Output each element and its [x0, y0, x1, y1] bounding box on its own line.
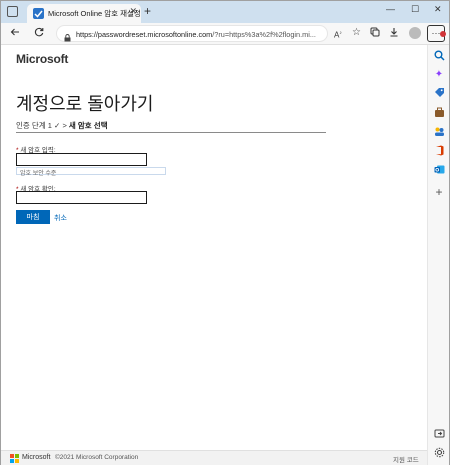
tab-title: Microsoft Online 암호 재설정 [48, 9, 141, 18]
refresh-icon[interactable] [34, 27, 44, 41]
close-window-button[interactable]: ✕ [434, 4, 442, 15]
footer-copyright: ©2021 Microsoft Corporation [55, 454, 139, 461]
hide-sidebar-icon[interactable] [433, 428, 445, 440]
collections-icon[interactable] [370, 27, 380, 41]
outlook-icon[interactable] [433, 164, 445, 176]
confirm-password-input[interactable] [16, 191, 147, 204]
step-current: 새 암호 선택 [68, 121, 108, 130]
new-password-input[interactable] [16, 153, 147, 166]
step-verification: 인증 단계 1 [16, 121, 52, 130]
search-icon[interactable] [433, 50, 445, 62]
password-strength-meter: 암호 보안 수준 [16, 167, 166, 177]
shopping-tag-icon[interactable] [433, 87, 445, 99]
page-title: 계정으로 돌아가기 [16, 94, 154, 114]
url-path: /?ru=https%3a%2f%2flogin.mi... [212, 30, 316, 39]
url-host: https://passwordreset.microsoftonline.co… [76, 30, 213, 39]
progress-steps: 인증 단계 1 ✓ > 새 암호 선택 [16, 120, 108, 131]
password-strength-label: 암호 보안 수준 [20, 171, 57, 177]
step-check-icon: ✓ [54, 121, 61, 130]
minimize-button[interactable]: — [386, 4, 395, 14]
page-content: Microsoft 계정으로 돌아가기 인증 단계 1 ✓ > 새 암호 선택 … [1, 45, 427, 450]
tools-icon[interactable] [433, 107, 445, 119]
step-separator: > [62, 121, 67, 130]
support-code-link[interactable]: 지원 코드 [393, 454, 419, 464]
tab-password-reset[interactable]: Microsoft Online 암호 재설정 ✕ [27, 4, 141, 23]
page-footer: Microsoft ©2021 Microsoft Corporation 지원… [1, 450, 427, 465]
edge-sidebar: ✦ + [427, 45, 449, 465]
download-icon[interactable] [389, 27, 399, 41]
read-aloud-icon[interactable]: A♪ [334, 27, 342, 42]
microsoft-logo: Microsoft [16, 52, 69, 66]
browser-toolbar: https://passwordreset.microsoftonline.co… [1, 23, 449, 45]
new-tab-button[interactable]: + [144, 4, 151, 18]
profile-avatar[interactable] [409, 27, 421, 39]
browser-window: Microsoft Online 암호 재설정 ✕ + — ☐ ✕ https:… [0, 0, 450, 465]
settings-and-more-button[interactable]: ··· [427, 25, 446, 42]
office-icon[interactable] [433, 145, 445, 157]
microsoft-online-favicon-icon [33, 8, 44, 19]
address-bar[interactable]: https://passwordreset.microsoftonline.co… [56, 25, 328, 42]
add-sidebar-app-icon[interactable]: + [433, 186, 445, 198]
lock-icon[interactable] [64, 29, 71, 42]
microsoft-logo-icon [10, 454, 19, 463]
people-icon[interactable] [433, 126, 445, 138]
notification-badge [440, 31, 446, 37]
arrow-left-icon[interactable] [10, 27, 20, 41]
gear-icon[interactable] [433, 447, 445, 459]
star-icon[interactable]: ☆ [352, 27, 361, 39]
url-text: https://passwordreset.microsoftonline.co… [76, 30, 321, 39]
cancel-link[interactable]: 취소 [54, 213, 67, 223]
footer-brand: Microsoft [22, 454, 51, 461]
divider [16, 132, 326, 133]
sparkle-icon[interactable]: ✦ [433, 69, 445, 81]
tab-strip: Microsoft Online 암호 재설정 ✕ + — ☐ ✕ [1, 1, 449, 23]
tab-actions-icon[interactable] [7, 6, 18, 17]
maximize-button[interactable]: ☐ [411, 4, 419, 15]
finish-button[interactable]: 마침 [16, 210, 50, 224]
tab-close-icon[interactable]: ✕ [129, 6, 137, 17]
